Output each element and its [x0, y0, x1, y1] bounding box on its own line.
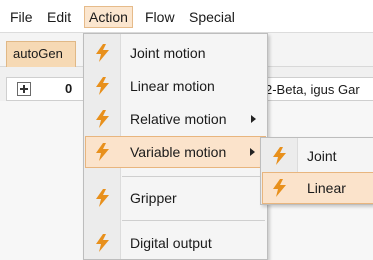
- menu-action[interactable]: Action: [84, 6, 133, 28]
- menu-item-variable-motion[interactable]: Variable motion: [85, 136, 266, 168]
- menu-item-relative-motion[interactable]: Relative motion: [85, 103, 266, 135]
- tab-autogen[interactable]: autoGen: [6, 41, 76, 67]
- menu-item-gripper[interactable]: Gripper: [85, 182, 266, 214]
- lightning-icon: [271, 179, 288, 197]
- menu-separator: [122, 176, 265, 177]
- expand-icon[interactable]: [17, 82, 31, 96]
- menu-item-label: Linear: [307, 180, 346, 196]
- lightning-icon: [94, 189, 111, 207]
- menu-file[interactable]: File: [6, 6, 37, 28]
- lightning-icon: [94, 143, 111, 161]
- menu-item-label: Digital output: [130, 235, 212, 251]
- menu-item-linear-motion[interactable]: Linear motion: [85, 70, 266, 102]
- lightning-icon: [271, 147, 288, 165]
- menu-item-label: Variable motion: [130, 144, 227, 160]
- menu-item-label: Joint: [307, 148, 337, 164]
- lightning-icon: [94, 234, 111, 252]
- submenu-item-joint[interactable]: Joint: [262, 140, 373, 172]
- menu-flow[interactable]: Flow: [141, 6, 179, 28]
- menu-edit[interactable]: Edit: [43, 6, 75, 28]
- lightning-icon: [94, 77, 111, 95]
- menu-special[interactable]: Special: [185, 6, 239, 28]
- lightning-icon: [94, 110, 111, 128]
- submenu-arrow-icon: [251, 115, 256, 123]
- menu-item-label: Joint motion: [130, 45, 206, 61]
- action-menu: Joint motion Linear motion Relative moti…: [83, 33, 268, 260]
- menu-item-digital-output[interactable]: Digital output: [85, 227, 266, 259]
- menu-item-label: Gripper: [130, 190, 177, 206]
- menu-bar: File Edit Action Flow Special: [0, 0, 373, 33]
- app-window: File Edit Action Flow Special autoGen 0 …: [0, 0, 373, 260]
- submenu-arrow-icon: [250, 148, 255, 156]
- menu-item-joint-motion[interactable]: Joint motion: [85, 37, 266, 69]
- variable-motion-submenu: Joint Linear: [260, 137, 373, 205]
- menu-item-label: Linear motion: [130, 78, 215, 94]
- menu-item-label: Relative motion: [130, 111, 227, 127]
- lightning-icon: [94, 44, 111, 62]
- submenu-item-linear[interactable]: Linear: [262, 172, 373, 204]
- row-index: 0: [65, 81, 73, 96]
- menu-separator: [122, 220, 265, 221]
- row-description: 2-Beta, igus Gar: [265, 82, 360, 97]
